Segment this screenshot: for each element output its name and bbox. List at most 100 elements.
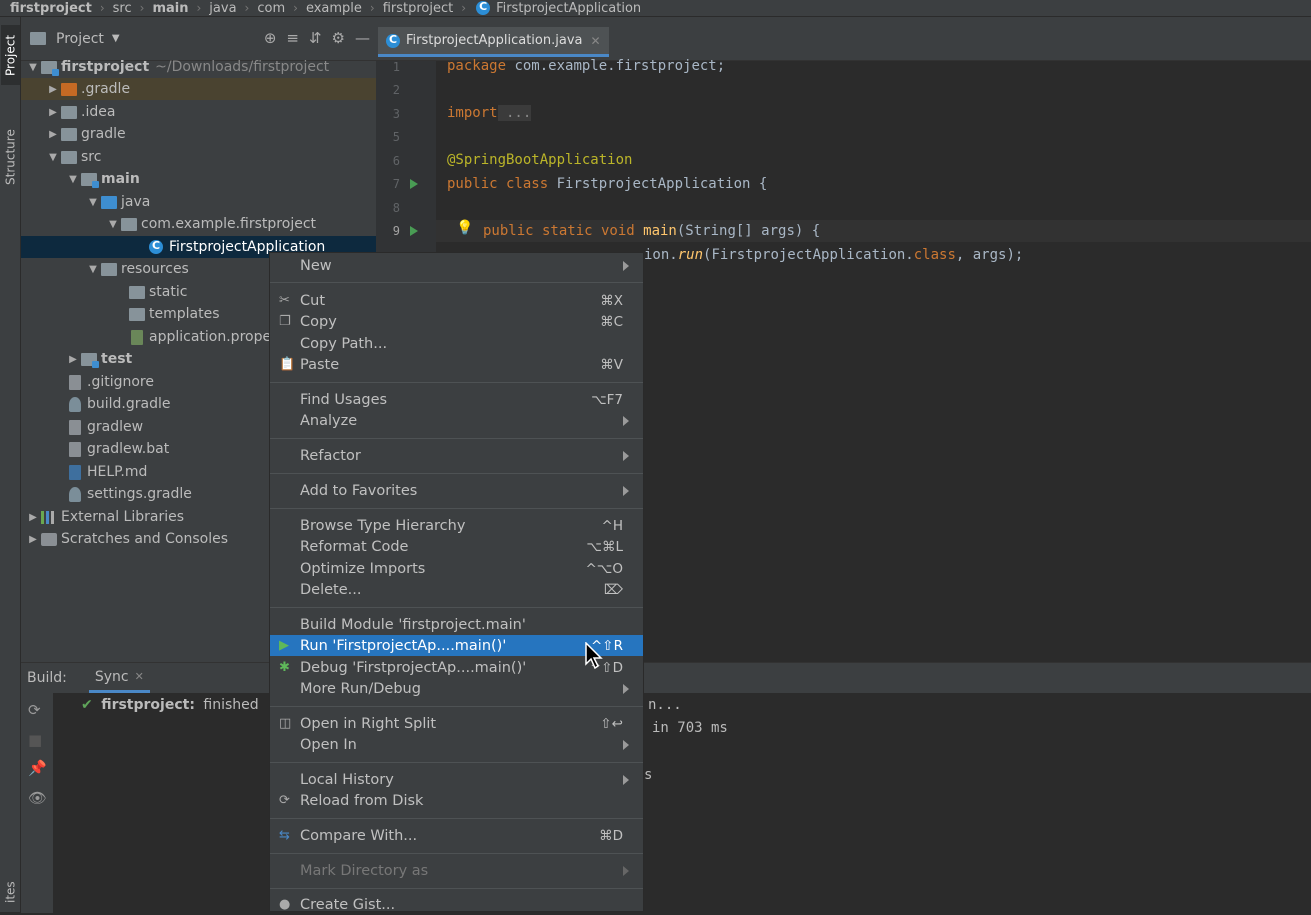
expand-all-icon[interactable]: ≡ [286,29,299,47]
menu-item-optimize-imports[interactable]: Optimize Imports ^⌥O [270,558,643,579]
menu-item-compare-with[interactable]: ⇆ Compare With... ⌘D [270,825,643,846]
close-icon[interactable]: ✕ [135,670,144,683]
lightbulb-icon[interactable]: 💡 [456,220,473,236]
close-icon[interactable]: ✕ [590,34,600,48]
module-folder-icon [81,172,99,188]
module-folder-icon [41,60,59,76]
scratches-icon [41,532,57,546]
menu-item-mark-directory-as[interactable]: Mark Directory as [270,860,643,881]
menu-item-reformat-code[interactable]: Reformat Code ⌥⌘L [270,536,643,557]
breadcrumb-item[interactable]: FirstprojectApplication [496,1,641,16]
breadcrumb-item[interactable]: example [306,1,362,16]
menu-item-cut[interactable]: ✂ Cut ⌘X [270,290,643,311]
breadcrumb-item[interactable]: src [113,1,132,16]
tree-item-label: src [81,149,102,165]
folder-icon [129,307,145,321]
chevron-down-icon[interactable]: ▼ [85,264,101,275]
breadcrumb-item[interactable]: firstproject [383,1,454,16]
menu-item-new[interactable]: New [270,255,643,276]
menu-item-copy-path[interactable]: Copy Path... [270,333,643,354]
line-number: 1 [392,60,400,74]
run-gutter-icon[interactable] [410,179,418,189]
tree-item-idea[interactable]: ▶ .idea [21,101,376,123]
menu-item-local-history[interactable]: Local History [270,769,643,790]
tree-item-main[interactable]: ▼ main [21,168,376,190]
tree-item-label: static [149,284,188,300]
library-icon [41,510,57,524]
class-icon [476,0,491,15]
chevron-right-icon[interactable]: ▶ [45,129,61,140]
menu-item-browse-type-hierarchy[interactable]: Browse Type Hierarchy ^H [270,515,643,536]
tree-item-src[interactable]: ▼ src [21,146,376,168]
tree-item-label: com.example.firstproject [141,216,317,232]
tree-item-java[interactable]: ▼ java [21,191,376,213]
chevron-right-icon[interactable]: ▶ [25,534,41,545]
project-view-selector[interactable]: Project [56,31,104,47]
menu-item-add-to-favorites[interactable]: Add to Favorites [270,480,643,501]
pin-icon[interactable]: 📌 [28,759,47,777]
project-path: ~/Downloads/firstproject [155,59,330,75]
sync-icon[interactable]: ⟳ [28,701,41,719]
chevron-right-icon[interactable]: ▶ [65,354,81,365]
tree-item-label: HELP.md [87,464,148,480]
chevron-down-icon[interactable]: ▼ [105,219,121,230]
chevron-down-icon[interactable]: ▼ [85,197,101,208]
tool-tab-project[interactable]: Project [1,25,20,85]
menu-item-open-right-split[interactable]: ◫ Open in Right Split ⇧↩ [270,713,643,734]
line-number: 5 [392,130,400,144]
breadcrumb-item[interactable]: firstproject [10,1,92,16]
package-icon [121,217,137,231]
breadcrumb-item[interactable]: main [152,1,188,16]
menu-item-refactor[interactable]: Refactor [270,445,643,466]
breadcrumb-item[interactable]: java [209,1,236,16]
code-line: package com.example.firstproject; [447,58,726,74]
chevron-down-icon[interactable]: ▼ [112,33,120,44]
tree-item-gradle[interactable]: ▶ gradle [21,123,376,145]
tab-sync[interactable]: Sync ✕ [88,663,150,693]
tool-tab-structure[interactable]: Structure [1,117,20,197]
collapse-all-icon[interactable]: ⇵ [309,29,322,47]
menu-item-analyze[interactable]: Analyze [270,410,643,431]
text-file-icon [69,441,81,457]
class-icon [386,33,400,48]
menu-item-copy[interactable]: ❐ Copy ⌘C [270,311,643,332]
chevron-down-icon[interactable]: ▼ [65,174,81,185]
paste-icon: 📋 [279,357,296,372]
menu-item-build-module[interactable]: Build Module 'firstproject.main' [270,614,643,635]
gradle-file-icon [69,396,81,412]
compare-icon: ⇆ [279,828,290,843]
run-gutter-icon[interactable] [410,226,418,236]
run-icon: ▶ [279,638,289,653]
left-tool-strip: Project Structure ites [0,17,21,912]
chevron-right-icon[interactable]: ▶ [45,107,61,118]
gear-icon[interactable]: ⚙ [332,29,345,47]
build-status-row[interactable]: ✔ firstproject: finished A [81,697,279,713]
chevron-down-icon[interactable]: ▼ [25,62,41,73]
breadcrumb-item[interactable]: com [257,1,285,16]
menu-item-delete[interactable]: Delete... ⌦ [270,579,643,600]
markdown-file-icon [69,464,81,480]
tree-item-firstproject[interactable]: ▼ firstproject ~/Downloads/firstproject [21,56,376,78]
menu-item-find-usages[interactable]: Find Usages ⌥F7 [270,389,643,410]
line-number: 2 [392,83,400,97]
reload-icon: ⟳ [279,793,290,808]
menu-item-more-run-debug[interactable]: More Run/Debug [270,678,643,699]
tree-item-package[interactable]: ▼ com.example.firstproject [21,213,376,235]
scissors-icon: ✂ [279,293,290,308]
chevron-down-icon[interactable]: ▼ [45,152,61,163]
eye-icon[interactable]: 👁 [28,789,47,807]
editor-tab[interactable]: FirstprojectApplication.java ✕ [378,27,609,57]
chevron-right-icon[interactable]: ▶ [45,84,61,95]
locate-icon[interactable]: ⊕ [264,29,277,47]
tree-item-gradle-dir[interactable]: ▶ .gradle [21,78,376,100]
line-number: 7 [392,177,400,191]
tree-item-label: test [101,351,133,367]
chevron-right-icon[interactable]: ▶ [25,512,41,523]
stop-icon[interactable]: ■ [28,731,42,749]
folded-imports[interactable]: ... [497,105,532,121]
minimize-icon[interactable]: — [355,29,370,47]
tool-tab-favorites[interactable]: ites [1,877,20,907]
menu-item-open-in[interactable]: Open In [270,734,643,755]
menu-item-reload-from-disk[interactable]: ⟳ Reload from Disk [270,790,643,811]
menu-item-paste[interactable]: 📋 Paste ⌘V [270,354,643,375]
